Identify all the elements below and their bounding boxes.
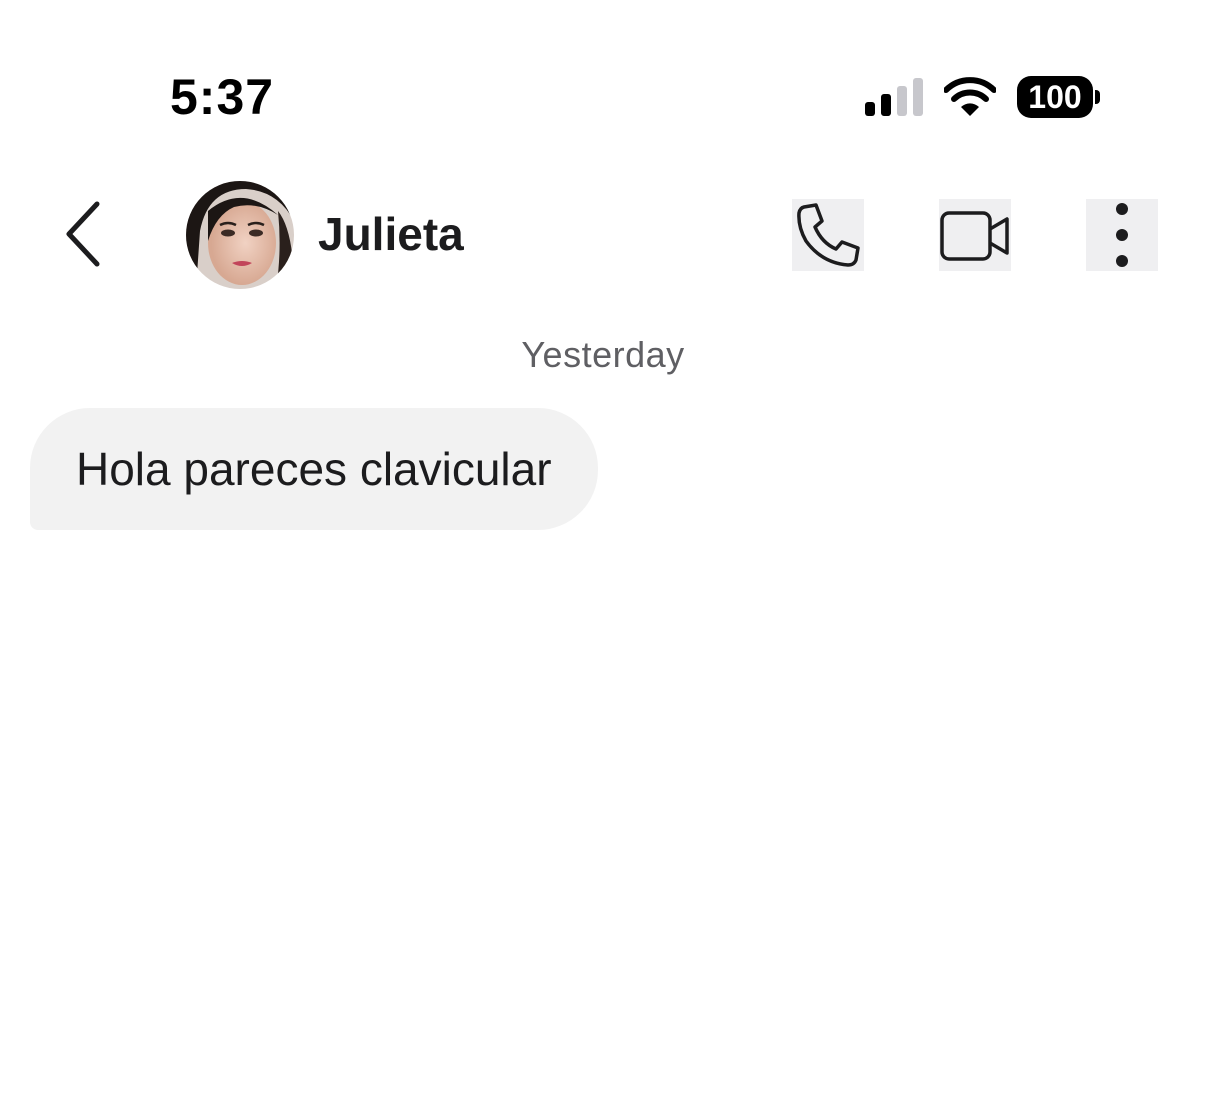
more-button[interactable]: [1086, 199, 1158, 271]
battery-icon: 100: [1017, 76, 1103, 120]
more-vertical-icon: [1116, 203, 1128, 267]
wifi-icon: [944, 77, 996, 116]
contact-avatar-photo: [186, 181, 294, 289]
back-button[interactable]: [52, 196, 114, 272]
phone-icon: [797, 203, 860, 267]
cellular-signal-icon: [865, 78, 923, 116]
avatar[interactable]: [186, 181, 294, 289]
video-button[interactable]: [939, 199, 1011, 271]
status-time: 5:37: [170, 69, 275, 125]
incoming-message-bubble[interactable]: Hola pareces clavicular: [30, 408, 598, 530]
call-button[interactable]: [792, 199, 864, 271]
chevron-left-icon: [66, 201, 100, 267]
battery-tip: [1095, 90, 1100, 104]
message-text: Hola pareces clavicular: [76, 443, 552, 495]
battery-level: 100: [1017, 76, 1093, 118]
video-camera-icon: [940, 211, 1009, 261]
contact-name[interactable]: Julieta: [318, 207, 464, 261]
date-separator: Yesterday: [521, 334, 685, 375]
